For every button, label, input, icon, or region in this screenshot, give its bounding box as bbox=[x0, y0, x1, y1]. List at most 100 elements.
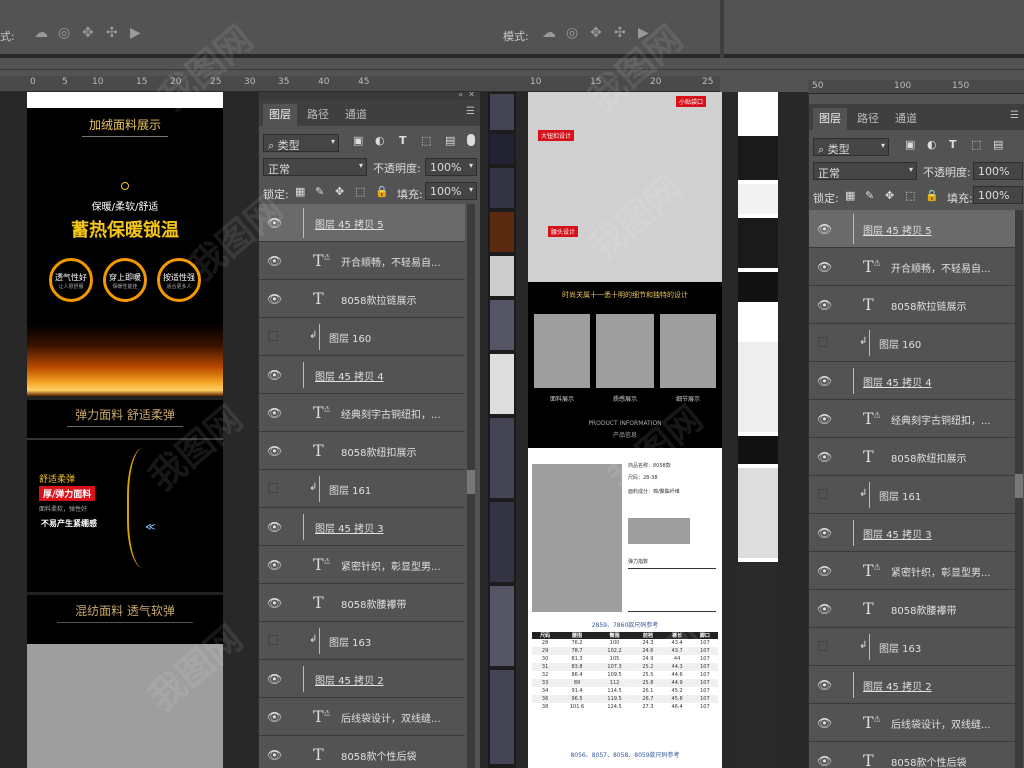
lasso-icon[interactable]: ☁ bbox=[34, 25, 48, 41]
opacity-input[interactable]: 100% ▾ bbox=[425, 158, 477, 176]
filter-text-icon[interactable]: T bbox=[949, 138, 957, 151]
eye-icon[interactable]: 👁 bbox=[817, 754, 832, 768]
layer-row[interactable]: 👁 T 8058款纽扣展示 bbox=[259, 432, 465, 470]
eye-icon[interactable]: 👁 bbox=[817, 260, 832, 274]
thumbnail[interactable] bbox=[490, 256, 514, 296]
thumbnail[interactable] bbox=[490, 94, 514, 130]
layer-row[interactable]: 👁 T⚠ 经典刻字古铜纽扣，... bbox=[259, 394, 465, 432]
fill-input[interactable]: 100% ▾ bbox=[425, 182, 477, 200]
thumbnail[interactable] bbox=[490, 134, 514, 164]
filter-adjust-icon[interactable]: ◐ bbox=[927, 138, 937, 151]
filter-image-icon[interactable]: ▣ bbox=[905, 138, 915, 151]
thumbnail[interactable] bbox=[738, 218, 778, 268]
rotate-icon[interactable]: ◎ bbox=[566, 25, 578, 41]
tab-channels[interactable]: 通道 bbox=[889, 108, 923, 130]
thumbnail[interactable] bbox=[490, 586, 514, 666]
layer-row[interactable]: 👁 T⚠ 开合顺畅，不轻易自... bbox=[259, 242, 465, 280]
eye-icon[interactable]: 👁 bbox=[267, 444, 282, 458]
filter-smart-icon[interactable]: ▤ bbox=[993, 138, 1003, 151]
video-icon[interactable]: ▶ bbox=[130, 25, 141, 41]
layer-row[interactable]: 👁 T 8058款个性后袋 bbox=[809, 742, 1015, 768]
eye-icon[interactable]: 👁 bbox=[267, 292, 282, 306]
blend-mode-select[interactable]: 正常 ▾ bbox=[263, 158, 367, 176]
fill-input[interactable]: 100% bbox=[973, 186, 1023, 204]
eye-icon[interactable]: 👁 bbox=[817, 526, 832, 540]
layer-row[interactable]: 👁 T 8058款腰襻带 bbox=[809, 590, 1015, 628]
video-icon[interactable]: ▶ bbox=[638, 25, 649, 41]
eye-icon[interactable]: 👁 bbox=[267, 368, 282, 382]
visibility-toggle-empty[interactable] bbox=[268, 635, 278, 645]
eye-icon[interactable]: 👁 bbox=[817, 412, 832, 426]
eye-icon[interactable]: 👁 bbox=[267, 216, 282, 230]
layer-row[interactable]: 👁 T 8058款拉链展示 bbox=[809, 286, 1015, 324]
layer-row[interactable]: ↲ 图层 163 bbox=[809, 628, 1015, 666]
thumbnail[interactable] bbox=[738, 468, 778, 558]
visibility-toggle-empty[interactable] bbox=[818, 641, 828, 651]
layer-row[interactable]: 👁 T⚠ 紧密针织，彰显型男... bbox=[809, 552, 1015, 590]
opacity-input[interactable]: 100% bbox=[973, 162, 1023, 180]
filter-adjust-icon[interactable]: ◐ bbox=[375, 134, 385, 147]
lock-paint-icon[interactable]: ✎ bbox=[865, 189, 874, 202]
thumbnail[interactable] bbox=[738, 272, 778, 302]
filter-text-icon[interactable]: T bbox=[399, 134, 407, 147]
eye-icon[interactable]: 👁 bbox=[817, 374, 832, 388]
layer-scrollbar-thumb[interactable] bbox=[1015, 474, 1023, 498]
eye-icon[interactable]: 👁 bbox=[267, 558, 282, 572]
panel-menu-icon[interactable]: ☰ bbox=[466, 106, 475, 117]
layer-row[interactable]: 👁 T 8058款个性后袋 bbox=[259, 736, 465, 768]
visibility-toggle-empty[interactable] bbox=[268, 331, 278, 341]
eye-icon[interactable]: 👁 bbox=[267, 710, 282, 724]
layer-scrollbar-thumb[interactable] bbox=[467, 470, 475, 494]
lock-all-icon[interactable]: 🔒 bbox=[925, 189, 939, 202]
filter-image-icon[interactable]: ▣ bbox=[353, 134, 363, 147]
layer-row[interactable]: 👁 图层 45 拷贝 3 bbox=[259, 508, 465, 546]
tab-layers[interactable]: 图层 bbox=[813, 108, 847, 130]
layer-row[interactable]: 👁 图层 45 拷贝 2 bbox=[809, 666, 1015, 704]
eye-icon[interactable]: 👁 bbox=[267, 406, 282, 420]
eye-icon[interactable]: 👁 bbox=[817, 222, 832, 236]
layer-row[interactable]: 👁 图层 45 拷贝 2 bbox=[259, 660, 465, 698]
eye-icon[interactable]: 👁 bbox=[267, 254, 282, 268]
lock-move-icon[interactable]: ✥ bbox=[885, 189, 894, 202]
thumbnail[interactable] bbox=[490, 168, 514, 208]
layer-row[interactable]: ↲ 图层 161 bbox=[809, 476, 1015, 514]
layer-row[interactable]: 👁 图层 45 拷贝 3 bbox=[809, 514, 1015, 552]
visibility-toggle-empty[interactable] bbox=[818, 337, 828, 347]
layer-row[interactable]: 👁 T 8058款腰襻带 bbox=[259, 584, 465, 622]
thumbnail[interactable] bbox=[490, 502, 514, 582]
layer-row[interactable]: 👁 T⚠ 紧密针织，彰显型男... bbox=[259, 546, 465, 584]
filter-shape-icon[interactable]: ⬚ bbox=[421, 134, 431, 147]
thumbnail[interactable] bbox=[738, 136, 778, 180]
collapse-icon[interactable]: « bbox=[458, 92, 463, 99]
eye-icon[interactable]: 👁 bbox=[817, 564, 832, 578]
thumbnail[interactable] bbox=[490, 670, 514, 764]
layer-row[interactable]: ↲ 图层 163 bbox=[259, 622, 465, 660]
layer-row[interactable]: 👁 T 8058款纽扣展示 bbox=[809, 438, 1015, 476]
layer-row[interactable]: 👁 图层 45 拷贝 4 bbox=[259, 356, 465, 394]
layer-row[interactable]: 👁 图层 45 拷贝 5 bbox=[809, 210, 1015, 248]
layer-row[interactable]: 👁 T⚠ 后线袋设计，双线缝... bbox=[259, 698, 465, 736]
lock-paint-icon[interactable]: ✎ bbox=[315, 185, 324, 198]
lasso-icon[interactable]: ☁ bbox=[542, 25, 556, 41]
layer-row[interactable]: ↲ 图层 160 bbox=[809, 324, 1015, 362]
layer-row[interactable]: 👁 图层 45 拷贝 5 bbox=[259, 204, 465, 242]
filter-smart-icon[interactable]: ▤ bbox=[445, 134, 455, 147]
filter-toggle-icon[interactable] bbox=[467, 134, 475, 146]
lock-transparent-icon[interactable]: ▦ bbox=[845, 189, 855, 202]
thumbnail[interactable] bbox=[738, 184, 778, 214]
eye-icon[interactable]: 👁 bbox=[817, 602, 832, 616]
eye-icon[interactable]: 👁 bbox=[267, 520, 282, 534]
thumbnail[interactable] bbox=[490, 418, 514, 498]
lock-move-icon[interactable]: ✥ bbox=[335, 185, 344, 198]
tab-paths[interactable]: 路径 bbox=[301, 104, 335, 126]
slide-icon[interactable]: ✣ bbox=[614, 25, 626, 41]
panel-menu-icon[interactable]: ☰ bbox=[1010, 110, 1019, 121]
eye-icon[interactable]: 👁 bbox=[267, 672, 282, 686]
thumbnail[interactable] bbox=[490, 212, 514, 252]
lock-all-icon[interactable]: 🔒 bbox=[375, 185, 389, 198]
layer-row[interactable]: 👁 T⚠ 后线袋设计，双线缝... bbox=[809, 704, 1015, 742]
slide-icon[interactable]: ✣ bbox=[106, 25, 118, 41]
tab-channels[interactable]: 通道 bbox=[339, 104, 373, 126]
layer-row[interactable]: 👁 T⚠ 经典刻字古铜纽扣，... bbox=[809, 400, 1015, 438]
filter-shape-icon[interactable]: ⬚ bbox=[971, 138, 981, 151]
